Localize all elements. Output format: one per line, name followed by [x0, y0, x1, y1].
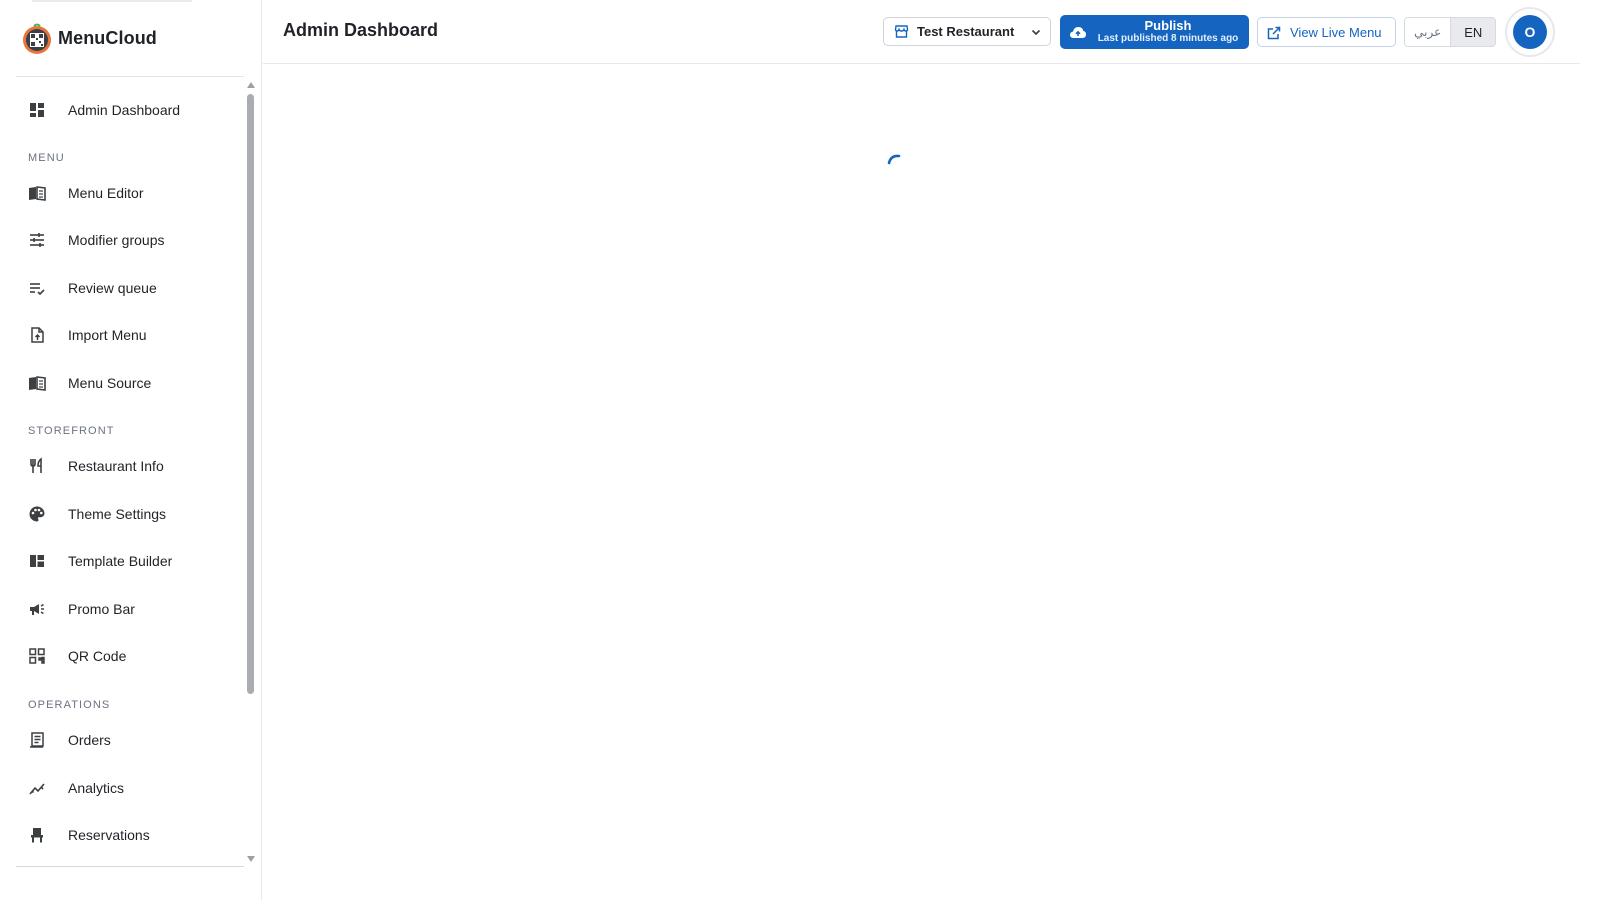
sidebar-item-analytics[interactable]: Analytics	[16, 766, 244, 810]
sidebar-scrollbar[interactable]	[244, 80, 258, 870]
sidebar-item-promo-bar[interactable]: Promo Bar	[16, 587, 244, 631]
language-toggle: عربي EN	[1404, 17, 1496, 47]
sidebar-item-label: Promo Bar	[68, 601, 135, 617]
top-bar: Admin Dashboard Test Restaurant Publish …	[263, 0, 1580, 64]
dashboard-icon	[28, 101, 46, 119]
sidebar-item-restaurant-info[interactable]: Restaurant Info	[16, 444, 244, 488]
sidebar-item-template-builder[interactable]: Template Builder	[16, 539, 244, 583]
sidebar-item-label: Restaurant Info	[68, 458, 164, 474]
sidebar-item-label: Menu Source	[68, 375, 152, 391]
restaurant-icon	[28, 457, 46, 475]
restaurant-select-value: Test Restaurant	[917, 24, 1015, 39]
sidebar-item-menu-editor[interactable]: Menu Editor	[16, 171, 244, 215]
sidebar-item-import-menu[interactable]: Import Menu	[16, 313, 244, 357]
menu-book-icon	[28, 374, 46, 392]
sidebar: MenuCloud Admin Dashboard MENU Menu Edit…	[0, 0, 262, 900]
qr-code-icon	[28, 647, 46, 665]
sidebar-item-label: Review queue	[68, 280, 157, 296]
scroll-down-arrow-icon[interactable]	[247, 856, 255, 862]
sidebar-item-label: QR Code	[68, 648, 127, 664]
sidebar-item-modifier-groups[interactable]: Modifier groups	[16, 218, 244, 262]
brand-divider	[16, 76, 244, 77]
sidebar-item-label: Import Menu	[68, 327, 147, 343]
sidebar-item-label: Orders	[68, 732, 111, 748]
publish-label: Publish	[1144, 18, 1192, 33]
megaphone-icon	[28, 600, 46, 618]
analytics-icon	[28, 779, 46, 797]
brand-name: MenuCloud	[58, 27, 157, 48]
section-label-storefront: STOREFRONT	[28, 425, 115, 437]
main-content	[263, 65, 1580, 900]
restaurant-select[interactable]: Test Restaurant	[883, 17, 1051, 46]
section-label-operations: OPERATIONS	[28, 699, 111, 711]
sidebar-item-label: Theme Settings	[68, 506, 167, 522]
last-published-status: Last published 8 minutes ago	[1097, 33, 1239, 44]
template-icon	[28, 552, 46, 570]
sidebar-item-label: Reservations	[68, 827, 150, 843]
chevron-down-icon	[1030, 26, 1042, 38]
scrollbar-thumb[interactable]	[247, 94, 254, 694]
avatar[interactable]: O	[1513, 15, 1547, 49]
sidebar-item-label: Template Builder	[68, 553, 173, 569]
view-live-menu-button[interactable]: View Live Menu	[1257, 17, 1396, 47]
page-title: Admin Dashboard	[283, 20, 439, 40]
external-link-icon	[1267, 26, 1281, 40]
playlist-check-icon	[28, 279, 46, 297]
sidebar-item-reservations[interactable]: Reservations	[16, 813, 244, 857]
brand[interactable]: MenuCloud	[20, 18, 157, 58]
sidebar-item-qr-code[interactable]: QR Code	[16, 634, 244, 678]
sidebar-item-label: Menu Editor	[68, 185, 144, 201]
sidebar-bottom-divider	[16, 866, 244, 867]
sidebar-item-menu-source[interactable]: Menu Source	[16, 361, 244, 405]
file-upload-icon	[28, 326, 46, 344]
sidebar-nav: Admin Dashboard MENU Menu Editor Modifie…	[16, 80, 244, 866]
section-label-menu: MENU	[28, 152, 65, 164]
sidebar-item-label: Analytics	[68, 780, 125, 796]
language-arabic-button[interactable]: عربي	[1405, 18, 1452, 46]
view-live-menu-label: View Live Menu	[1290, 25, 1382, 40]
table-restaurant-icon	[28, 826, 46, 844]
palette-icon	[28, 505, 46, 523]
sidebar-item-admin-dashboard[interactable]: Admin Dashboard	[16, 88, 244, 132]
sidebar-item-label: Modifier groups	[68, 232, 165, 248]
tune-icon	[28, 231, 46, 249]
sidebar-item-theme-settings[interactable]: Theme Settings	[16, 492, 244, 536]
menu-book-icon	[28, 184, 46, 202]
scroll-up-arrow-icon[interactable]	[247, 82, 255, 88]
store-icon	[894, 24, 909, 39]
cloud-upload-icon	[1069, 25, 1087, 39]
sidebar-item-label: Admin Dashboard	[68, 102, 181, 118]
language-english-button[interactable]: EN	[1451, 18, 1495, 46]
sidebar-item-orders[interactable]: Orders	[16, 718, 244, 762]
brand-logo	[20, 21, 54, 55]
receipt-icon	[28, 731, 46, 749]
top-edge-shadow	[32, 0, 192, 2]
sidebar-item-review-queue[interactable]: Review queue	[16, 266, 244, 310]
loading-spinner-icon	[883, 147, 913, 177]
publish-button[interactable]: Publish Last published 8 minutes ago	[1060, 15, 1249, 49]
